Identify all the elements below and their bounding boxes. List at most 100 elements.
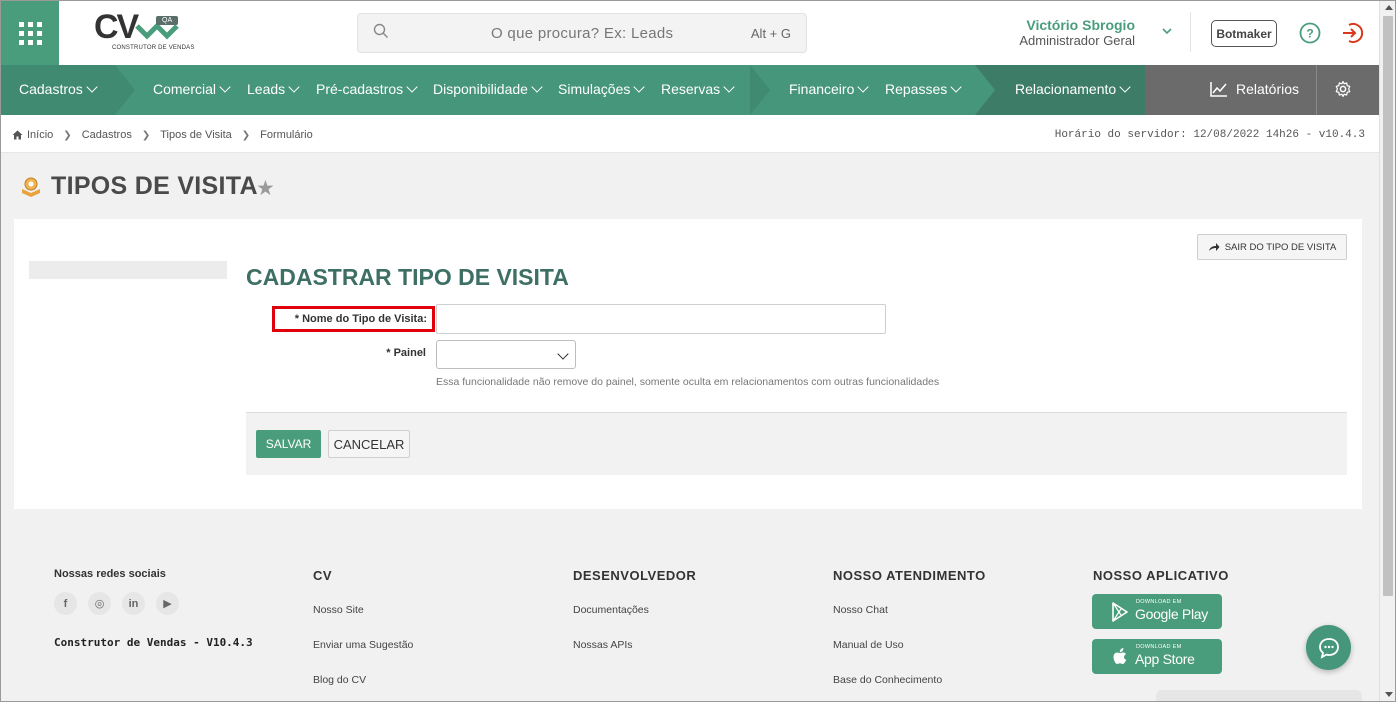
chevron-right-icon: ❯ bbox=[63, 129, 72, 141]
nav-item-disponibilidade[interactable]: Disponibilidade bbox=[433, 81, 543, 97]
apps-menu-button[interactable] bbox=[1, 1, 59, 65]
nav-label: Simulações bbox=[558, 81, 631, 97]
painel-select[interactable] bbox=[436, 340, 576, 369]
save-button[interactable]: SALVAR bbox=[256, 430, 321, 458]
nav-label: Relatórios bbox=[1236, 81, 1300, 97]
search-input[interactable]: O que procura? Ex: Leads bbox=[491, 25, 673, 42]
apple-icon bbox=[1113, 648, 1127, 664]
top-header: CV QA CONSTRUTOR DE VENDAS O que procura… bbox=[0, 0, 1379, 65]
search-bar[interactable]: O que procura? Ex: Leads Alt + G bbox=[357, 13, 807, 53]
nav-item-repasses[interactable]: Repasses bbox=[885, 81, 962, 97]
social-title: Nossas redes sociais bbox=[54, 568, 166, 580]
nav-item-relatorios[interactable]: Relatórios bbox=[1210, 81, 1299, 97]
nav-divider bbox=[1316, 65, 1317, 115]
side-menu-placeholder bbox=[29, 261, 227, 279]
nav-item-cadastros[interactable]: Cadastros bbox=[19, 81, 98, 97]
chevron-down-icon[interactable] bbox=[1161, 25, 1173, 37]
footer-heading: NOSSO APLICATIVO bbox=[1093, 568, 1229, 583]
visit-type-name-input[interactable] bbox=[436, 304, 886, 334]
scroll-down-arrow-icon[interactable] bbox=[1385, 692, 1393, 697]
footer-heading: CV bbox=[313, 568, 333, 583]
server-time: Horário do servidor: 12/08/2022 14h26 - … bbox=[1054, 129, 1365, 141]
breadcrumb-label: Início bbox=[27, 129, 54, 141]
social-links: f ◎ in ▶ bbox=[54, 592, 179, 615]
nav-label: Leads bbox=[247, 81, 286, 97]
breadcrumb-tipos-de-visita[interactable]: Tipos de Visita bbox=[160, 129, 232, 141]
search-icon bbox=[373, 23, 388, 38]
google-play-button[interactable]: DOWNLOAD EM Google Play bbox=[1092, 594, 1222, 629]
help-icon[interactable]: ? bbox=[1299, 22, 1321, 44]
breadcrumb-bar: Início ❯ Cadastros ❯ Tipos de Visita ❯ F… bbox=[0, 115, 1379, 153]
footer-social: Nossas redes sociais bbox=[54, 568, 166, 580]
user-name[interactable]: Victório Sbrogio bbox=[1026, 17, 1135, 33]
linkedin-icon[interactable]: in bbox=[122, 592, 145, 615]
chevron-down-icon bbox=[531, 81, 543, 93]
scrollbar-thumb[interactable] bbox=[1383, 16, 1393, 596]
cancel-button[interactable]: CANCELAR bbox=[328, 430, 410, 458]
nav-item-simulacoes[interactable]: Simulações bbox=[558, 81, 646, 97]
page-title: TIPOS DE VISITA bbox=[51, 172, 258, 200]
name-field-label: * Nome do Tipo de Visita: bbox=[294, 313, 427, 325]
header-divider bbox=[1190, 12, 1191, 52]
form-title: CADASTRAR TIPO DE VISITA bbox=[246, 264, 569, 290]
nav-label: Pré-cadastros bbox=[316, 81, 404, 97]
exit-visit-type-button[interactable]: SAIR DO TIPO DE VISITA bbox=[1197, 234, 1347, 260]
logo-subtitle: CONSTRUTOR DE VENDAS bbox=[112, 45, 195, 51]
chat-button[interactable] bbox=[1306, 625, 1351, 670]
form-actions bbox=[246, 412, 1347, 475]
nav-label: Repasses bbox=[885, 81, 948, 97]
link-blog[interactable]: Blog do CV bbox=[313, 674, 366, 686]
chevron-down-icon bbox=[406, 81, 418, 93]
nav-label: Disponibilidade bbox=[433, 81, 528, 97]
link-chat[interactable]: Nosso Chat bbox=[833, 604, 888, 616]
nav-item-financeiro[interactable]: Financeiro bbox=[789, 81, 870, 97]
nav-item-reservas[interactable]: Reservas bbox=[661, 81, 735, 97]
scroll-up-arrow-icon[interactable] bbox=[1385, 5, 1393, 10]
nav-label: Relacionamento bbox=[1015, 81, 1117, 97]
link-nosso-site[interactable]: Nosso Site bbox=[313, 604, 364, 616]
favorite-star-icon[interactable]: ★ bbox=[256, 176, 275, 201]
apps-grid-icon bbox=[18, 21, 42, 45]
footer-support: NOSSO ATENDIMENTO bbox=[833, 568, 986, 583]
chevron-down-icon bbox=[633, 81, 646, 93]
link-apis[interactable]: Nossas APIs bbox=[573, 639, 633, 651]
app-store-button[interactable]: DOWNLOAD EM App Store bbox=[1092, 639, 1222, 674]
breadcrumb-cadastros[interactable]: Cadastros bbox=[82, 129, 132, 141]
link-manual[interactable]: Manual de Uso bbox=[833, 639, 904, 651]
chevron-down-icon bbox=[857, 81, 870, 93]
chevron-down-icon bbox=[723, 81, 735, 93]
facebook-icon[interactable]: f bbox=[54, 592, 77, 615]
breadcrumb-home[interactable]: Início bbox=[12, 129, 53, 141]
chevron-down-icon bbox=[1119, 81, 1131, 93]
app-version: Construtor de Vendas - V10.4.3 bbox=[54, 636, 253, 649]
store-small-label: DOWNLOAD EM bbox=[1136, 644, 1182, 650]
link-documentacoes[interactable]: Documentações bbox=[573, 604, 649, 616]
nav-item-leads[interactable]: Leads bbox=[247, 81, 300, 97]
footer-dev: DESENVOLVEDOR bbox=[573, 568, 696, 583]
youtube-icon[interactable]: ▶ bbox=[156, 592, 179, 615]
instagram-icon[interactable]: ◎ bbox=[88, 592, 111, 615]
share-arrow-icon bbox=[1208, 243, 1220, 251]
nav-item-pre-cadastros[interactable]: Pré-cadastros bbox=[316, 81, 418, 97]
chevron-down-icon bbox=[288, 81, 300, 93]
logo[interactable]: CV bbox=[94, 8, 139, 47]
link-enviar-sugestao[interactable]: Enviar uma Sugestão bbox=[313, 639, 413, 651]
botmaker-button[interactable]: Botmaker bbox=[1211, 20, 1277, 47]
nav-label: Comercial bbox=[153, 81, 217, 97]
logo-badge: QA bbox=[156, 16, 179, 25]
home-icon bbox=[12, 130, 23, 140]
nav-label: Financeiro bbox=[789, 81, 855, 97]
scrollbar[interactable] bbox=[1379, 0, 1396, 702]
nav-item-comercial[interactable]: Comercial bbox=[153, 81, 231, 97]
chevron-down-icon bbox=[219, 81, 231, 93]
logout-icon[interactable] bbox=[1341, 22, 1363, 44]
bottom-panel-stub bbox=[1156, 690, 1362, 702]
store-small-label: DOWNLOAD EM bbox=[1136, 599, 1182, 605]
link-base-conhecimento[interactable]: Base do Conhecimento bbox=[833, 674, 942, 686]
painel-hint: Essa funcionalidade não remove do painel… bbox=[436, 376, 940, 388]
breadcrumb-formulario: Formulário bbox=[260, 129, 313, 141]
chevron-down-icon bbox=[950, 81, 962, 93]
nav-item-relacionamento[interactable]: Relacionamento bbox=[1015, 81, 1131, 97]
gear-icon[interactable] bbox=[1334, 80, 1352, 98]
footer-heading: DESENVOLVEDOR bbox=[573, 568, 697, 583]
